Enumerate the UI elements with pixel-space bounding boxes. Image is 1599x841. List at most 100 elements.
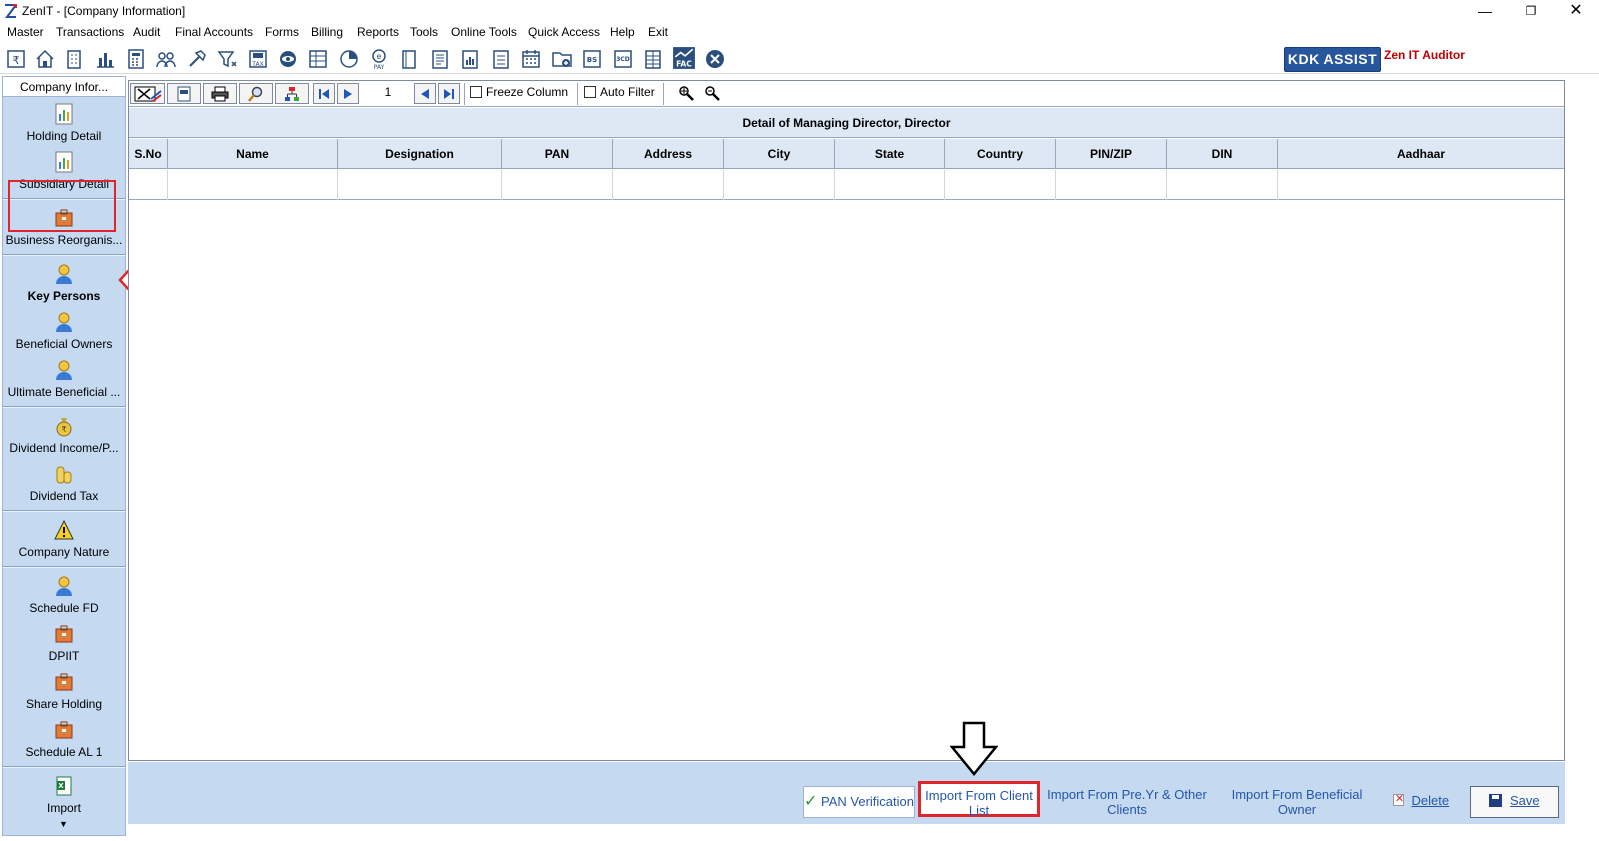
document-lines-icon[interactable] [490, 48, 512, 70]
hierarchy-button[interactable] [275, 83, 309, 104]
import-from-beneficial-owner-button[interactable]: Import From Beneficial Owner [1222, 786, 1372, 818]
previous-page-button[interactable] [414, 83, 436, 104]
menu-billing[interactable]: Billing [311, 25, 343, 39]
menu-tools[interactable]: Tools [410, 25, 438, 39]
sidebar-header[interactable]: Company Infor... [3, 77, 125, 97]
cell-aadhaar[interactable] [1278, 170, 1564, 200]
sidebar-item-dividend-tax[interactable]: Dividend Tax [3, 459, 125, 507]
document-chart-icon[interactable] [459, 48, 481, 70]
export-button[interactable] [130, 83, 165, 104]
sidebar-item-schedule-fd[interactable]: Schedule FD [3, 571, 125, 619]
restore-button[interactable]: ❐ [1508, 0, 1554, 22]
kdk-assist-button[interactable]: KDK ASSIST [1284, 47, 1381, 72]
sidebar-item-ultimate-beneficial[interactable]: Ultimate Beneficial ... [3, 355, 125, 403]
pay-icon[interactable]: e PAY [368, 48, 390, 71]
sidebar-item-import[interactable]: X Import [3, 771, 125, 817]
users-icon[interactable] [155, 48, 177, 70]
folder-add-icon[interactable] [551, 48, 573, 70]
grid-sheet-icon[interactable] [642, 48, 664, 70]
column-header-state[interactable]: State [835, 139, 945, 169]
pie-chart-icon[interactable] [338, 48, 360, 70]
save-button[interactable]: Save [1470, 786, 1559, 818]
column-header-address[interactable]: Address [613, 139, 724, 169]
sidebar-item-dividend-income[interactable]: ₹ Dividend Income/P... [3, 411, 125, 459]
menu-audit[interactable]: Audit [133, 25, 160, 39]
first-page-button[interactable] [313, 83, 335, 104]
calculator-icon[interactable] [125, 48, 147, 70]
column-header-designation[interactable]: Designation [338, 139, 502, 169]
next-page-button[interactable] [337, 83, 359, 104]
search-button[interactable] [239, 83, 273, 104]
hammer-icon[interactable] [186, 48, 208, 70]
minimize-button[interactable]: — [1462, 0, 1508, 22]
import-from-client-list-button[interactable]: Import From Client List [918, 781, 1040, 818]
rupee-book-icon[interactable]: ₹ [5, 48, 27, 70]
column-header-name[interactable]: Name [168, 139, 338, 169]
cell-designation[interactable] [338, 170, 502, 200]
zen-it-auditor-link[interactable]: Zen IT Auditor [1384, 48, 1465, 62]
sidebar-item-dpiit[interactable]: DPIIT [3, 619, 125, 667]
cell-sno[interactable] [129, 170, 168, 200]
column-header-country[interactable]: Country [945, 139, 1056, 169]
cell-city[interactable] [724, 170, 835, 200]
tax-icon[interactable]: TAX [247, 48, 269, 70]
menu-online-tools[interactable]: Online Tools [451, 25, 517, 39]
calendar-icon[interactable] [520, 48, 542, 70]
sidebar-item-schedule-al-1[interactable]: Schedule AL 1 [3, 715, 125, 763]
menu-exit[interactable]: Exit [648, 25, 668, 39]
table-row[interactable] [129, 170, 1564, 200]
building-icon[interactable] [63, 48, 85, 70]
last-page-button[interactable] [438, 83, 460, 104]
auto-filter-checkbox[interactable]: Auto Filter [584, 85, 655, 103]
fac-icon[interactable]: FAC [672, 46, 696, 70]
cell-pin-zip[interactable] [1056, 170, 1167, 200]
import-from-prev-year-button[interactable]: Import From Pre.Yr & Other Clients [1044, 786, 1210, 818]
menu-forms[interactable]: Forms [265, 25, 299, 39]
bar-chart-icon[interactable] [94, 48, 116, 70]
sidebar-item-label: Ultimate Beneficial ... [7, 385, 121, 399]
cell-pan[interactable] [502, 170, 613, 200]
sidebar-item-share-holding[interactable]: Share Holding [3, 667, 125, 715]
menu-help[interactable]: Help [610, 25, 635, 39]
delete-button[interactable]: ✕ Delete [1388, 786, 1454, 818]
column-header-pan[interactable]: PAN [502, 139, 613, 169]
pan-verification-button[interactable]: ✓ PAN Verification [803, 786, 915, 818]
sidebar-scroll-down-icon[interactable]: ▼ [59, 819, 68, 829]
report-icon[interactable] [429, 48, 451, 70]
hierarchy-icon [285, 86, 299, 101]
sidebar-item-holding-detail[interactable]: Holding Detail [3, 99, 125, 147]
save-layout-button[interactable] [167, 83, 201, 104]
eye-icon[interactable] [277, 48, 299, 70]
menu-transactions[interactable]: Transactions [56, 25, 124, 39]
column-header-aadhaar[interactable]: Aadhaar [1278, 139, 1564, 169]
column-header-sno[interactable]: S.No [129, 139, 168, 169]
save-label: Save [1509, 793, 1540, 808]
find-next-button[interactable] [704, 84, 722, 105]
sidebar-item-key-persons[interactable]: Key Persons [3, 259, 125, 307]
3cd-icon[interactable]: 3CD [612, 48, 634, 70]
column-header-din[interactable]: DIN [1167, 139, 1278, 169]
close-circle-icon[interactable] [704, 48, 726, 70]
home-icon[interactable] [34, 48, 56, 70]
cell-address[interactable] [613, 170, 724, 200]
cell-din[interactable] [1167, 170, 1278, 200]
cell-name[interactable] [168, 170, 338, 200]
column-header-pin-zip[interactable]: PIN/ZIP [1056, 139, 1167, 169]
bs-icon[interactable]: BS [581, 48, 603, 70]
freeze-column-checkbox[interactable]: Freeze Column [470, 85, 568, 103]
filter-icon[interactable] [216, 48, 238, 70]
find-button[interactable] [678, 84, 696, 105]
cell-country[interactable] [945, 170, 1056, 200]
menu-master[interactable]: Master [7, 25, 44, 39]
book-icon[interactable] [398, 48, 420, 70]
column-header-city[interactable]: City [724, 139, 835, 169]
ledger-icon[interactable] [307, 48, 329, 70]
cell-state[interactable] [835, 170, 945, 200]
sidebar-item-company-nature[interactable]: Company Nature [3, 515, 125, 563]
sidebar-item-beneficial-owners[interactable]: Beneficial Owners [3, 307, 125, 355]
close-window-button[interactable]: ✕ [1553, 0, 1599, 22]
menu-quick-access[interactable]: Quick Access [528, 25, 600, 39]
menu-reports[interactable]: Reports [357, 25, 399, 39]
menu-final-accounts[interactable]: Final Accounts [175, 25, 253, 39]
print-button[interactable] [203, 83, 237, 104]
